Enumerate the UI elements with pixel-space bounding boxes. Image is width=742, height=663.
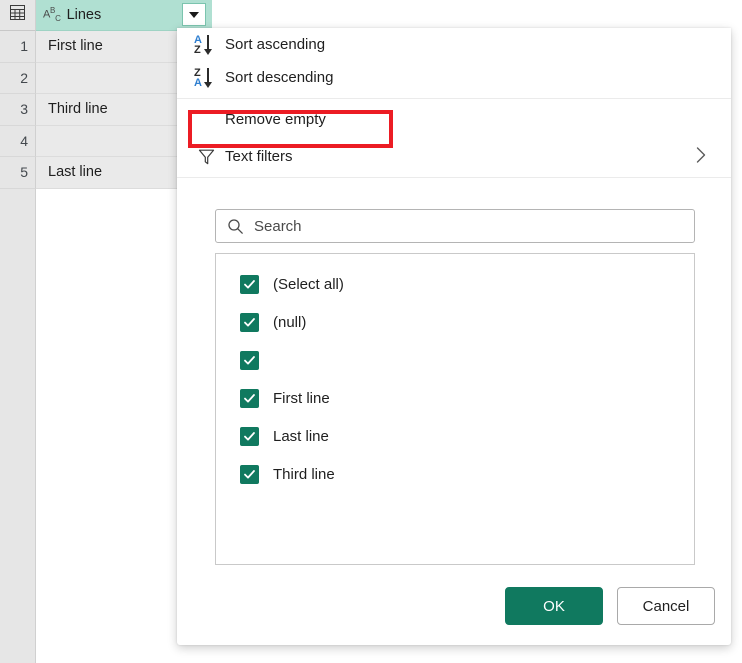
checkbox-checked-icon[interactable]	[240, 426, 259, 446]
sort-ascending-icon: A Z	[191, 32, 221, 58]
list-item-label: First line	[273, 389, 330, 407]
dialog-button-row: OK Cancel	[505, 587, 715, 625]
row-number-gutter	[0, 220, 36, 663]
list-item-label: (null)	[273, 313, 307, 331]
row-number: 5	[0, 157, 36, 189]
abc-text-type-icon: ABC	[43, 6, 61, 23]
checkbox-checked-icon[interactable]	[240, 274, 259, 294]
search-input[interactable]: Search	[215, 209, 695, 243]
menu-item-label: Text filters	[225, 148, 293, 165]
row-number: 1	[0, 31, 36, 63]
menu-item-label: Sort ascending	[225, 36, 326, 53]
cancel-button[interactable]: Cancel	[617, 587, 715, 625]
column-header-label: Lines	[66, 7, 102, 23]
sort-desc-bottom-letter: A	[194, 76, 202, 89]
table-corner-icon	[10, 5, 25, 25]
list-item-label: (Select all)	[273, 275, 344, 293]
checkbox-checked-icon[interactable]	[240, 464, 259, 484]
row-number: 4	[0, 125, 36, 157]
menu-item-remove-empty[interactable]: Remove empty	[177, 103, 731, 136]
list-item[interactable]: Last line	[216, 417, 694, 455]
search-placeholder: Search	[254, 217, 302, 235]
sort-descending-icon: Z A	[191, 65, 221, 91]
grid-header-row: ABC Lines	[0, 0, 212, 31]
filter-value-list[interactable]: (Select all) (null) First line Last line	[215, 253, 695, 565]
menu-item-text-filters[interactable]: Text filters	[177, 140, 731, 173]
chevron-right-icon	[695, 146, 707, 168]
checkbox-checked-icon[interactable]	[240, 350, 259, 370]
column-header-lines[interactable]: ABC Lines	[36, 0, 212, 31]
caret-down-icon	[189, 11, 199, 18]
ok-button[interactable]: OK	[505, 587, 603, 625]
column-filter-dropdown-button[interactable]	[182, 3, 206, 26]
menu-item-label: Sort descending	[225, 69, 334, 86]
menu-item-sort-ascending[interactable]: A Z Sort ascending	[177, 28, 731, 61]
column-filter-panel: A Z Sort ascending Z A Sort descending R…	[177, 28, 731, 645]
row-number: 2	[0, 62, 36, 94]
checkbox-checked-icon[interactable]	[240, 312, 259, 332]
menu-separator	[177, 98, 731, 99]
list-item[interactable]: (null)	[216, 303, 694, 341]
list-item[interactable]: Third line	[216, 455, 694, 493]
list-item[interactable]: First line	[216, 379, 694, 417]
list-item-label: Last line	[273, 427, 329, 445]
funnel-icon	[191, 147, 221, 166]
checkbox-checked-icon[interactable]	[240, 388, 259, 408]
list-item[interactable]: (Select all)	[216, 265, 694, 303]
row-number: 3	[0, 94, 36, 126]
row-number-empty	[0, 188, 36, 220]
menu-item-sort-descending[interactable]: Z A Sort descending	[177, 61, 731, 94]
list-item-label: Third line	[273, 465, 335, 483]
menu-item-label: Remove empty	[225, 111, 326, 128]
sort-asc-bottom-letter: Z	[194, 43, 201, 56]
list-item[interactable]	[216, 341, 694, 379]
grid-corner-cell[interactable]	[0, 0, 36, 31]
search-icon	[216, 218, 254, 235]
menu-separator	[177, 177, 731, 178]
